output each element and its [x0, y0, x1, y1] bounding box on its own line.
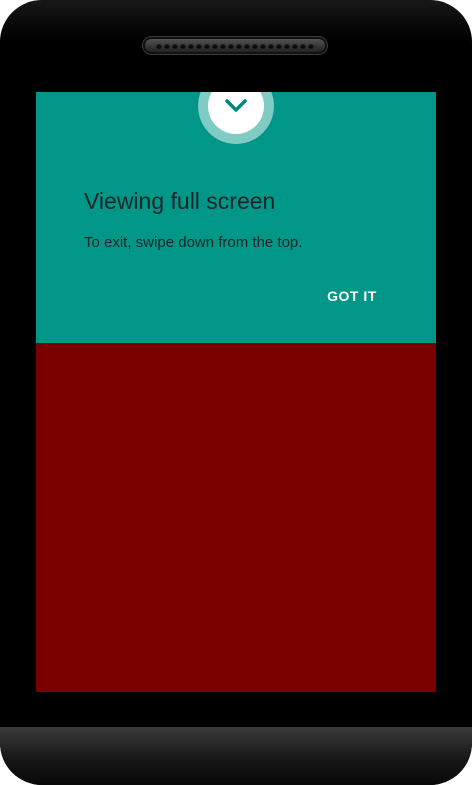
icon-circle	[208, 92, 264, 134]
app-content-area	[36, 343, 436, 692]
icon-badge	[198, 92, 274, 144]
chevron-down-icon	[225, 99, 247, 112]
speaker-grille	[143, 37, 327, 54]
dialog-title: Viewing full screen	[84, 188, 276, 214]
dialog-message: To exit, swipe down from the top.	[84, 234, 303, 251]
device-screen: Viewing full screen To exit, swipe down …	[36, 92, 436, 692]
fullscreen-info-dialog: Viewing full screen To exit, swipe down …	[36, 92, 436, 343]
phone-frame: Viewing full screen To exit, swipe down …	[0, 0, 472, 785]
phone-bottom-bezel	[0, 727, 472, 785]
got-it-button[interactable]: GOT IT	[316, 280, 388, 312]
